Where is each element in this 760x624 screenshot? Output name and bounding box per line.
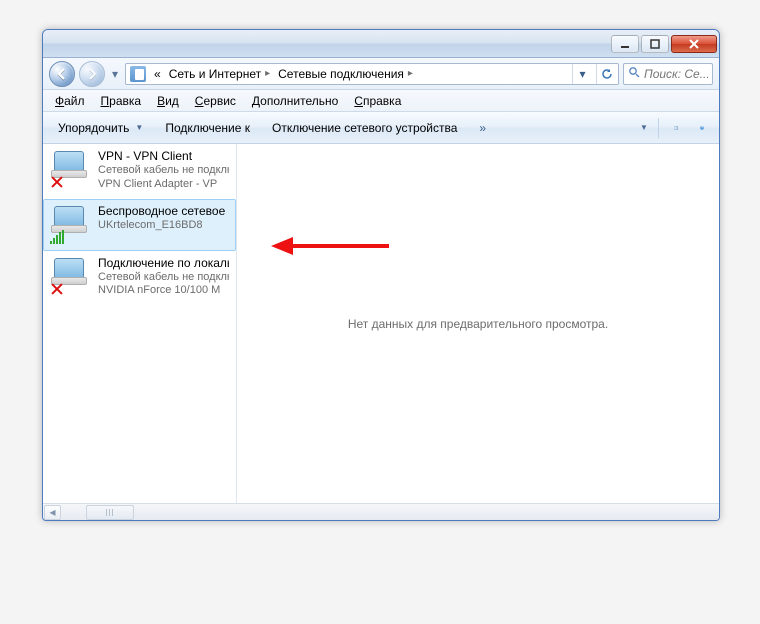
disable-device-button[interactable]: Отключение сетевого устройства bbox=[263, 116, 466, 140]
explorer-window: ▾ « Сеть и Интернет ▸ Сетевые подключени… bbox=[42, 29, 720, 521]
network-adapter-icon bbox=[50, 149, 90, 189]
toolbar-label: Подключение к bbox=[165, 121, 250, 135]
error-icon bbox=[50, 175, 64, 189]
overflow-icon: » bbox=[479, 121, 486, 135]
chevron-down-icon: ▼ bbox=[135, 123, 143, 132]
breadcrumb-item-network[interactable]: Сеть и Интернет ▸ bbox=[165, 64, 274, 84]
menu-tools[interactable]: Сервис bbox=[187, 90, 244, 111]
chevron-down-icon: ▼ bbox=[640, 123, 648, 132]
scroll-thumb[interactable] bbox=[86, 505, 134, 520]
connection-title: VPN - VPN Client bbox=[98, 149, 229, 164]
connection-item[interactable]: Подключение по локальной сети Сетевой ка… bbox=[43, 251, 236, 306]
view-options-button[interactable]: ▼ bbox=[630, 116, 652, 140]
address-bar[interactable]: « Сеть и Интернет ▸ Сетевые подключения … bbox=[125, 63, 619, 85]
chevron-right-icon: ▸ bbox=[265, 68, 270, 79]
nav-back-button[interactable] bbox=[49, 61, 75, 87]
breadcrumb: « Сеть и Интернет ▸ Сетевые подключения … bbox=[150, 64, 568, 84]
menu-view[interactable]: Вид bbox=[149, 90, 187, 111]
svg-text:?: ? bbox=[701, 126, 703, 130]
menu-file[interactable]: Файл bbox=[47, 90, 93, 111]
connect-to-button[interactable]: Подключение к bbox=[156, 116, 259, 140]
search-box[interactable] bbox=[623, 63, 713, 85]
breadcrumb-label: Сеть и Интернет bbox=[169, 67, 261, 81]
breadcrumb-prefix: « bbox=[154, 67, 161, 81]
command-bar: Упорядочить ▼ Подключение к Отключение се… bbox=[43, 112, 719, 144]
address-dropdown[interactable]: ▾ bbox=[572, 64, 592, 84]
menu-edit[interactable]: Правка bbox=[93, 90, 150, 111]
horizontal-scrollbar[interactable]: ◂ bbox=[43, 503, 719, 520]
toolbar-label: Упорядочить bbox=[58, 121, 129, 135]
breadcrumb-label: Сетевые подключения bbox=[278, 67, 404, 81]
close-button[interactable] bbox=[671, 35, 717, 53]
connection-device: NVIDIA nForce 10/100 M bbox=[98, 284, 229, 298]
connections-list: VPN - VPN Client Сетевой кабель не подкл… bbox=[43, 144, 237, 503]
nav-row: ▾ « Сеть и Интернет ▸ Сетевые подключени… bbox=[43, 58, 719, 90]
network-adapter-icon bbox=[50, 256, 90, 296]
breadcrumb-item-connections[interactable]: Сетевые подключения ▸ bbox=[274, 64, 417, 84]
connection-title: Беспроводное сетевое соединение bbox=[98, 204, 229, 219]
toolbar-label: Отключение сетевого устройства bbox=[272, 121, 457, 135]
error-icon bbox=[50, 282, 64, 296]
content-area: VPN - VPN Client Сетевой кабель не подкл… bbox=[43, 144, 719, 503]
scroll-left-button[interactable]: ◂ bbox=[44, 505, 61, 520]
minimize-button[interactable] bbox=[611, 35, 639, 53]
breadcrumb-overflow[interactable]: « bbox=[150, 64, 165, 84]
menu-bar: Файл Правка Вид Сервис Дополнительно Спр… bbox=[43, 90, 719, 112]
network-adapter-icon bbox=[50, 204, 90, 244]
connection-status: Сетевой кабель не подключен bbox=[98, 271, 229, 285]
search-icon bbox=[628, 66, 640, 81]
help-button[interactable]: ? bbox=[691, 116, 713, 140]
nav-history-dropdown[interactable]: ▾ bbox=[109, 64, 121, 84]
connection-item[interactable]: Беспроводное сетевое соединение UKrtelec… bbox=[43, 199, 236, 251]
nav-forward-button[interactable] bbox=[79, 61, 105, 87]
refresh-button[interactable] bbox=[596, 64, 616, 84]
toolbar-overflow[interactable]: » bbox=[470, 116, 495, 140]
maximize-button[interactable] bbox=[641, 35, 669, 53]
chevron-right-icon: ▸ bbox=[408, 68, 413, 79]
search-input[interactable] bbox=[644, 67, 708, 81]
connection-device: VPN Client Adapter - VP bbox=[98, 178, 229, 192]
connection-item[interactable]: VPN - VPN Client Сетевой кабель не подкл… bbox=[43, 144, 236, 199]
connection-title: Подключение по локальной сети bbox=[98, 256, 229, 271]
organize-button[interactable]: Упорядочить ▼ bbox=[49, 116, 152, 140]
preview-pane-icon bbox=[674, 122, 678, 134]
help-icon: ? bbox=[700, 121, 704, 135]
connection-status: Сетевой кабель не подключен bbox=[98, 164, 229, 178]
separator bbox=[658, 118, 659, 138]
menu-help[interactable]: Справка bbox=[346, 90, 409, 111]
preview-pane-button[interactable] bbox=[665, 116, 687, 140]
connection-device: UKrtelecom_E16BD8 bbox=[98, 219, 229, 233]
preview-pane: Нет данных для предварительного просмотр… bbox=[237, 144, 719, 503]
location-icon bbox=[130, 66, 146, 82]
signal-icon bbox=[50, 230, 66, 244]
titlebar bbox=[43, 30, 719, 58]
preview-empty-text: Нет данных для предварительного просмотр… bbox=[348, 317, 608, 331]
menu-advanced[interactable]: Дополнительно bbox=[244, 90, 346, 111]
